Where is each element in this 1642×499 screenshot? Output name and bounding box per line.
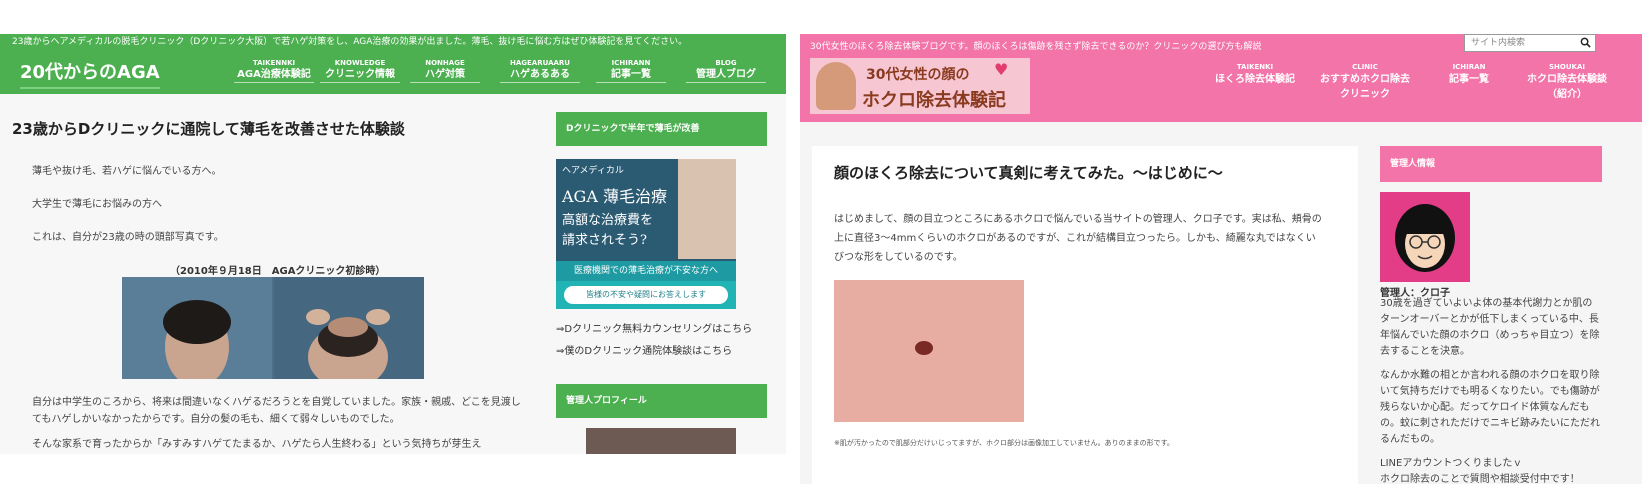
banner-brand: ヘアメディカル: [562, 166, 624, 176]
right-site-logo[interactable]: 30代女性の顔の ホクロ除去体験記 ♥: [810, 58, 1030, 114]
right-article-intro: はじめまして、顔の目立つところにあるホクロで悩んでいる当サイトの管理人、クロ子で…: [834, 214, 1322, 263]
logo-face-illustration: [816, 62, 856, 110]
banner-sub-line: 高額な治療費を: [562, 213, 654, 228]
heart-icon: ♥: [994, 60, 1009, 79]
aga-banner-ad[interactable]: ヘアメディカル AGA 薄毛治療 高額な治療費を 請求されそう? 医療機関での薄…: [556, 159, 736, 309]
site-search-input[interactable]: サイト内検索: [1464, 34, 1596, 52]
left-nav-item-nonhage[interactable]: NONHAGE ハゲ対策: [410, 58, 480, 83]
left-nav-item-hagearuaaru[interactable]: HAGEARUAARU ハゲあるある: [500, 58, 580, 83]
left-article-body: 自分は中学生のころから、将来は間違いなくハゲるだろうとを自覚していました。家族・…: [32, 397, 521, 450]
admin-bio: 30歳を過ぎていよいよ体の基本代謝力とか肌のターンオーバーとかが低下しまくってい…: [1380, 298, 1600, 484]
search-icon[interactable]: [1580, 37, 1591, 48]
right-nav-item-shoukai[interactable]: SHOUKAI ホクロ除去体験談（紹介）: [1522, 62, 1612, 102]
head-photo: [122, 277, 424, 379]
right-nav-item-ichiran[interactable]: ICHIRAN 記事一覧: [1434, 62, 1504, 87]
logo-line: 30代女性の顔の: [866, 67, 970, 83]
left-article-title: 23歳からDクリニックに通院して薄毛を改善させた体験談: [12, 120, 405, 138]
sidebar-profile-title: 管理人プロフィール: [556, 384, 767, 418]
left-nav-item-taikennki[interactable]: TAIKENNKI AGA治療体験記: [234, 58, 314, 83]
sidebar-widget-title: 管理人情報: [1380, 146, 1602, 182]
right-article-title: 顔のほくろ除去について真剣に考えてみた。〜はじめに〜: [834, 164, 1223, 182]
sidebar-link-experience[interactable]: ⇒僕のDクリニック通院体験談はこちら: [556, 342, 732, 357]
left-topbar-text: 23歳からヘアメディカルの脱毛クリニック（Dクリニック大阪）で若ハゲ対策をし、A…: [0, 34, 786, 50]
banner-sub-line: 請求されそう?: [562, 233, 647, 248]
photo-note: ※肌が汚かったので肌部分だけいじってますが、ホクロ部分は画像加工していません。あ…: [834, 439, 1174, 447]
left-header: 20代からのAGA TAIKENNKI AGA治療体験記 KNOWLEDGE クリニ…: [0, 50, 786, 94]
right-topline-text: 30代女性のほくろ除去体験ブログです。顔のほくろは傷跡を残さず除去できるのか？ク…: [810, 42, 1262, 52]
left-article-line: 薄毛や抜け毛、若ハゲに悩んでいる方へ。: [32, 166, 222, 177]
profile-photo: [586, 428, 736, 454]
left-site-screenshot: 23歳からヘアメディカルの脱毛クリニック（Dクリニック大阪）で若ハゲ対策をし、A…: [0, 34, 786, 454]
banner-bottom: 皆様の不安や疑問にお答えします: [556, 281, 736, 309]
left-article-line: 大学生で薄毛にお悩みの方へ: [32, 199, 162, 210]
banner-strip: 医療機関での薄毛治療が不安な方へ: [556, 261, 736, 281]
doctor-photo: [678, 159, 736, 259]
photo-caption: （2010年９月18日 AGAクリニック初診時）: [170, 266, 386, 277]
right-nav-item-clinic[interactable]: CLINIC おすすめホクロ除去クリニック: [1316, 62, 1414, 102]
banner-title: AGA 薄毛治療: [562, 187, 667, 206]
right-header: 30代女性のほくろ除去体験ブログです。顔のほくろは傷跡を残さず除去できるのか？ク…: [800, 34, 1642, 122]
left-site-logo[interactable]: 20代からのAGA: [20, 58, 160, 89]
left-nav-item-blog[interactable]: BLOG 管理人ブログ: [686, 58, 766, 83]
avatar: [1380, 192, 1470, 282]
sidebar-link-counseling[interactable]: ⇒Dクリニック無料カウンセリングはこちら: [556, 320, 752, 335]
left-nav-item-ichirann[interactable]: ICHIRANN 記事一覧: [596, 58, 666, 83]
left-article-line: これは、自分が23歳の時の頭部写真です。: [32, 232, 224, 243]
right-nav-item-taikenki[interactable]: TAIKENKI ほくろ除去体験記: [1210, 62, 1300, 87]
mole-photo: [834, 280, 1024, 422]
sidebar-widget-title: Dクリニックで半年で薄毛が改善: [556, 112, 767, 146]
left-nav-item-knowledge[interactable]: KNOWLEDGE クリニック情報: [320, 58, 400, 83]
banner-button[interactable]: 皆様の不安や疑問にお答えします: [564, 286, 728, 304]
right-site-screenshot: 30代女性のほくろ除去体験ブログです。顔のほくろは傷跡を残さず除去できるのか？ク…: [800, 34, 1642, 484]
logo-line: ホクロ除去体験記: [862, 90, 1006, 111]
